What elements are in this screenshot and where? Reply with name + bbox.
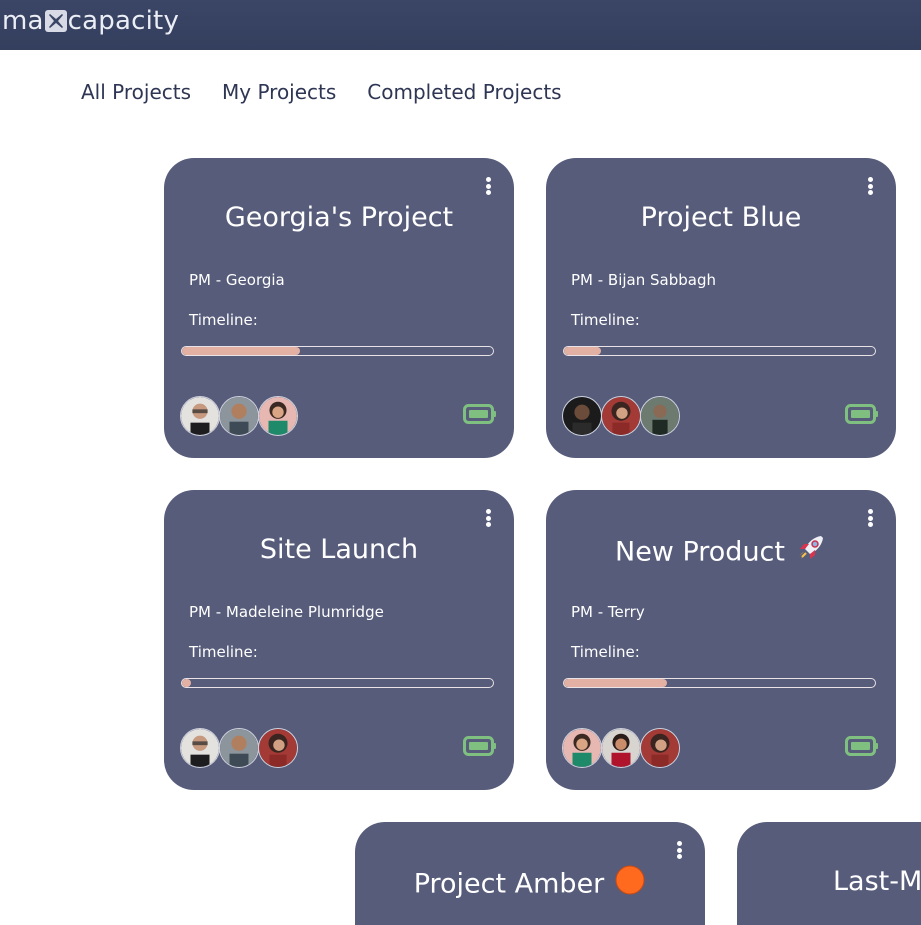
project-title: Project Amber: [355, 864, 705, 906]
team-avatars: [562, 396, 680, 436]
avatar[interactable]: [601, 396, 641, 436]
timeline-progress-bar: [563, 346, 876, 356]
logo-text-end: capacity: [67, 6, 180, 36]
avatar[interactable]: [601, 728, 641, 768]
logo[interactable]: ma capacity: [2, 5, 179, 37]
more-options-icon[interactable]: [675, 841, 683, 859]
battery-full-icon: [845, 404, 878, 424]
timeline-progress-bar: [563, 678, 876, 688]
project-manager: PM - Madeleine Plumridge: [189, 603, 384, 621]
avatar[interactable]: [258, 728, 298, 768]
project-tabs: All Projects My Projects Completed Proje…: [81, 78, 562, 106]
timeline-progress-bar: [181, 678, 494, 688]
timeline-progress-bar: [181, 346, 494, 356]
avatar[interactable]: [640, 396, 680, 436]
rocket-icon: [795, 532, 827, 574]
project-card[interactable]: New Product PM - Terry Timeline:: [546, 490, 896, 790]
team-avatars: [180, 728, 298, 768]
timeline-label: Timeline:: [189, 311, 258, 329]
project-manager: PM - Georgia: [189, 271, 285, 289]
battery-full-icon: [463, 736, 496, 756]
x-logo-icon: [44, 10, 67, 32]
avatar[interactable]: [219, 396, 259, 436]
team-avatars: [562, 728, 680, 768]
project-card[interactable]: Site Launch PM - Madeleine Plumridge Tim…: [164, 490, 514, 790]
battery-full-icon: [845, 736, 878, 756]
avatar[interactable]: [180, 728, 220, 768]
battery-full-icon: [463, 404, 496, 424]
more-options-icon[interactable]: [866, 509, 874, 527]
avatar[interactable]: [562, 728, 602, 768]
project-card[interactable]: Last-Mi: [737, 822, 921, 925]
project-manager: PM - Bijan Sabbagh: [571, 271, 717, 289]
avatar[interactable]: [640, 728, 680, 768]
logo-text-start: ma: [2, 6, 44, 36]
project-title: Georgia's Project: [224, 202, 454, 233]
project-title-text: Project Amber: [413, 868, 605, 900]
avatar[interactable]: [219, 728, 259, 768]
team-avatars: [180, 396, 298, 436]
avatar[interactable]: [180, 396, 220, 436]
orange-dot-icon: [614, 864, 646, 906]
project-title: Last-Mi: [833, 866, 921, 897]
tab-completed-projects[interactable]: Completed Projects: [367, 78, 561, 106]
project-title: Site Launch: [259, 534, 419, 565]
more-options-icon[interactable]: [866, 177, 874, 195]
project-card[interactable]: Georgia's Project PM - Georgia Timeline:: [164, 158, 514, 458]
timeline-label: Timeline:: [189, 643, 258, 661]
project-title: Project Blue: [640, 202, 802, 233]
project-title-text: New Product: [615, 536, 785, 568]
top-bar: ma capacity: [0, 0, 921, 50]
project-card[interactable]: Project Blue PM - Bijan Sabbagh Timeline…: [546, 158, 896, 458]
tab-my-projects[interactable]: My Projects: [222, 78, 336, 106]
more-options-icon[interactable]: [484, 177, 492, 195]
project-title: New Product: [546, 532, 896, 574]
more-options-icon[interactable]: [484, 509, 492, 527]
avatar[interactable]: [258, 396, 298, 436]
tab-all-projects[interactable]: All Projects: [81, 78, 191, 106]
timeline-label: Timeline:: [571, 311, 640, 329]
project-card[interactable]: Project Amber: [355, 822, 705, 925]
timeline-label: Timeline:: [571, 643, 640, 661]
project-manager: PM - Terry: [571, 603, 645, 621]
avatar[interactable]: [562, 396, 602, 436]
